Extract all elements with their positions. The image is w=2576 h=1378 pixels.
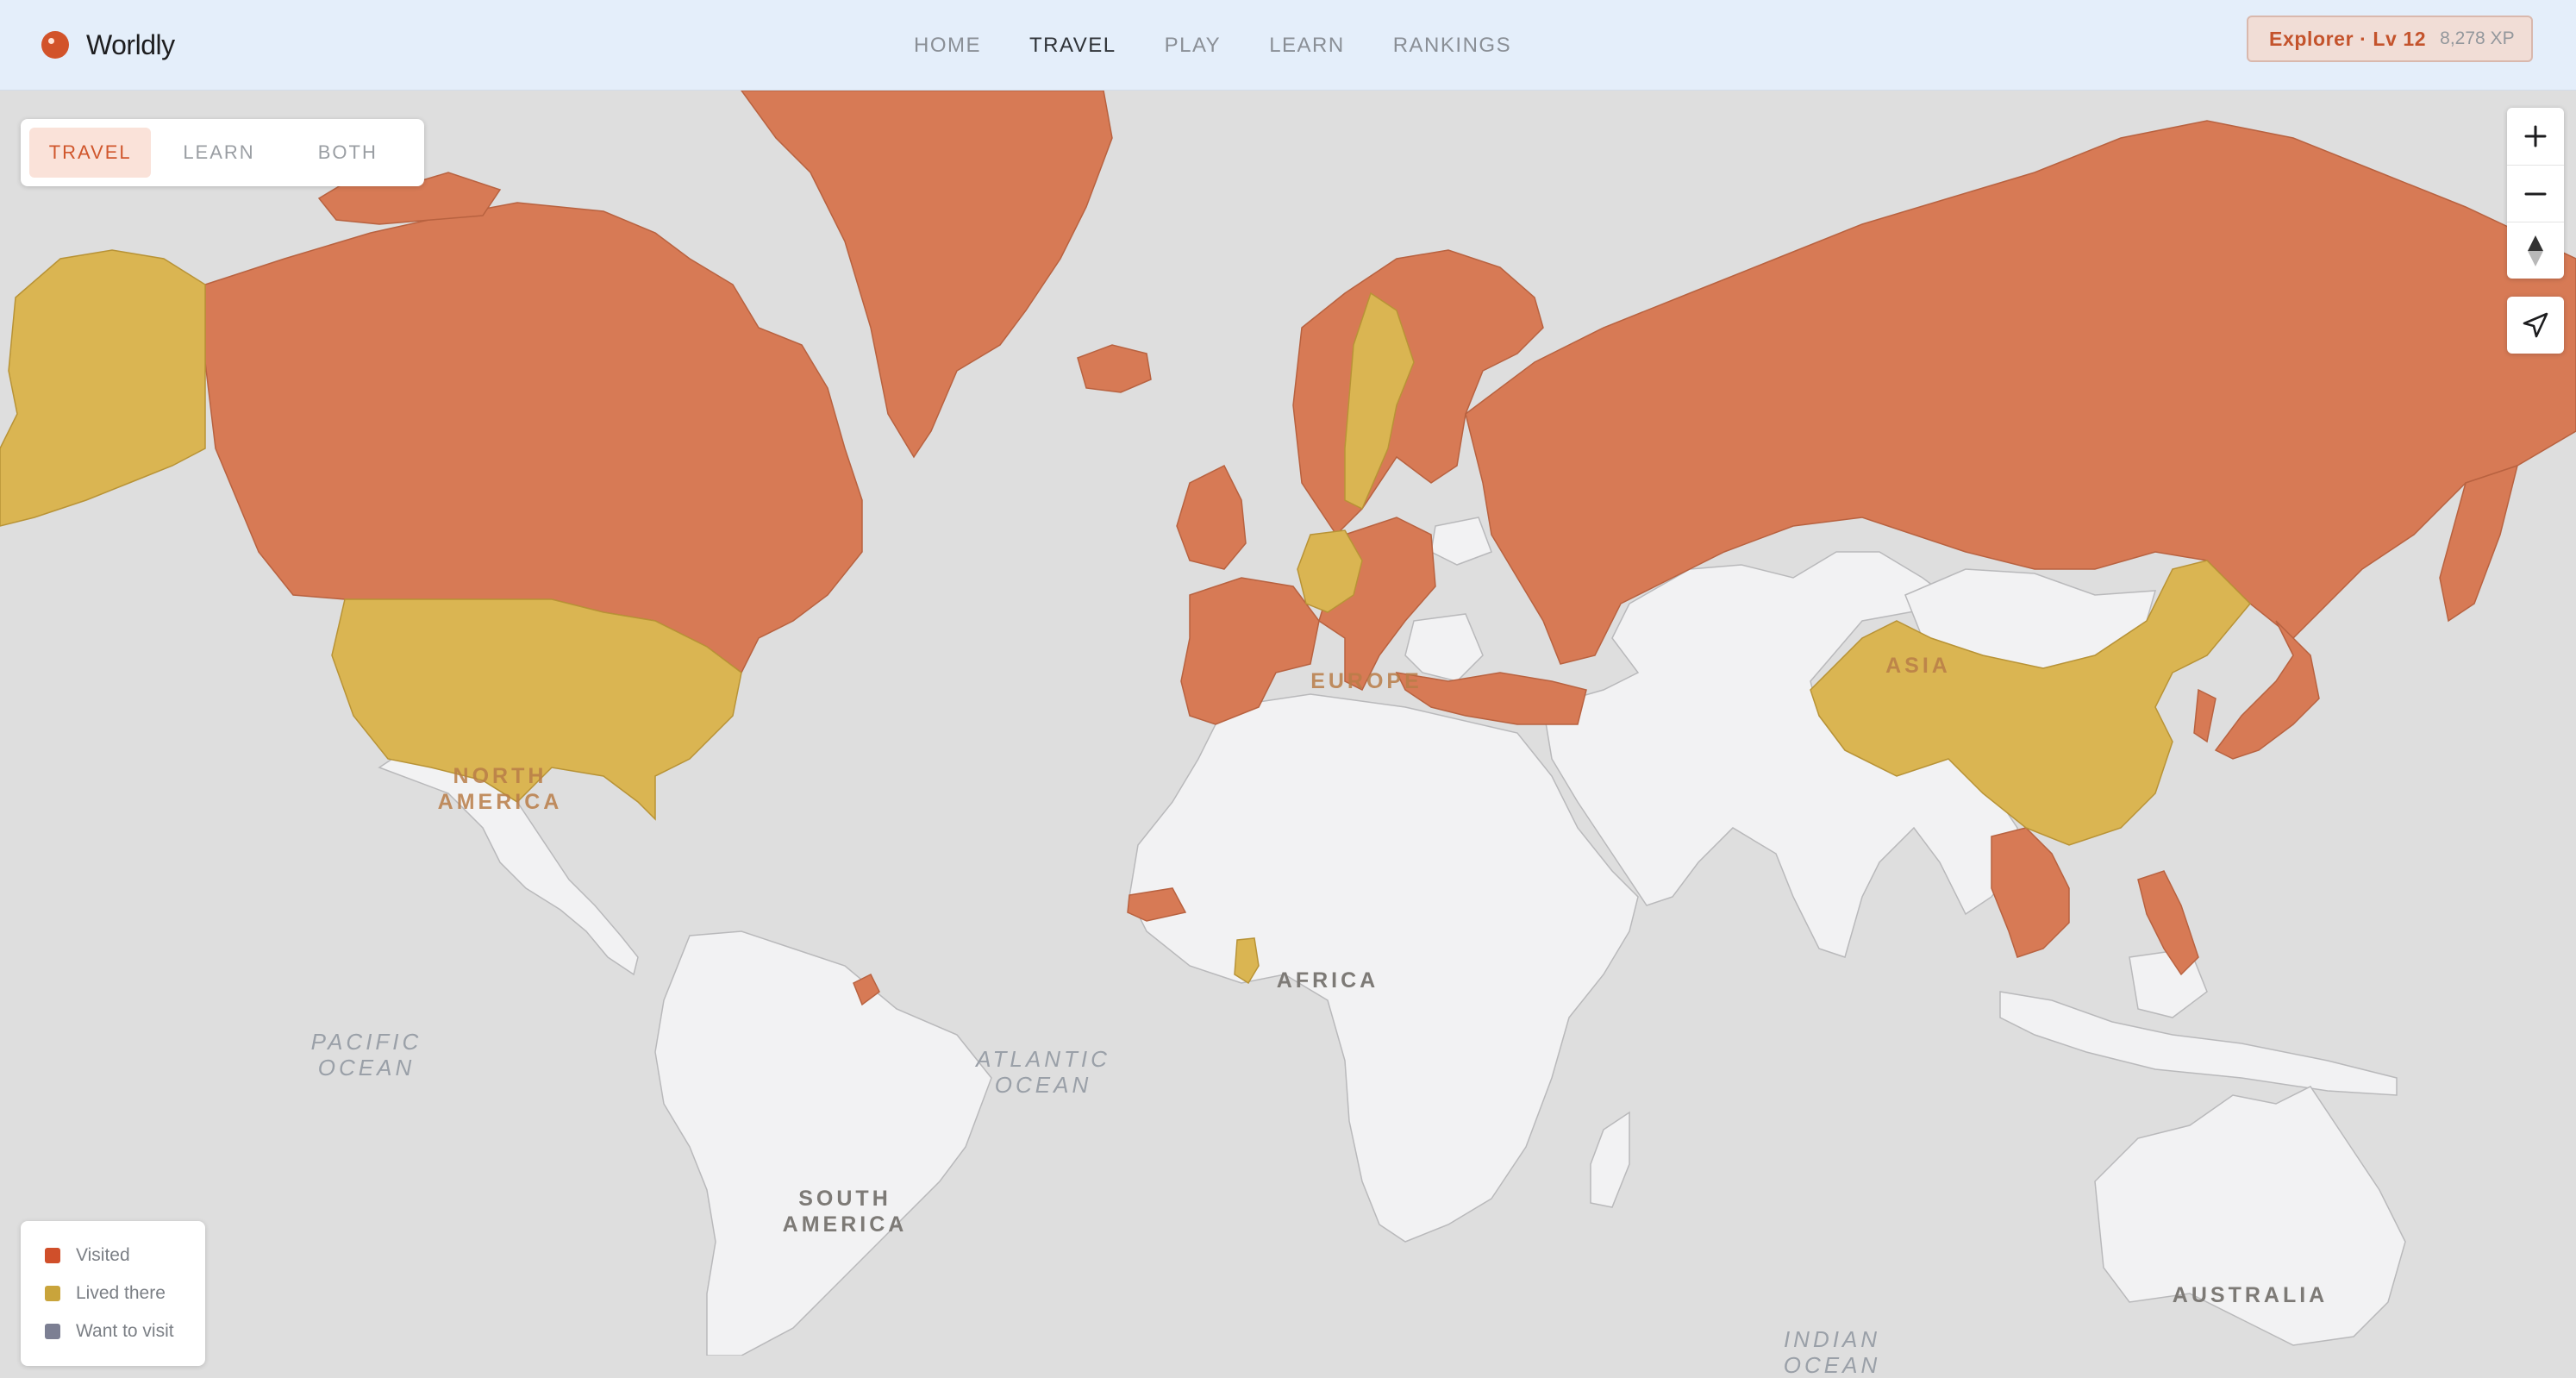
plus-icon xyxy=(2524,125,2547,147)
continent-south-america xyxy=(654,930,992,1356)
level-label: Explorer · Lv 12 xyxy=(2269,27,2427,50)
legend-item-visited: Visited xyxy=(45,1237,205,1275)
legend-swatch-visited xyxy=(45,1248,60,1263)
country-australia xyxy=(2094,1086,2406,1346)
legend-item-lived-there: Lived there xyxy=(45,1275,205,1312)
map-legend: Visited Lived there Want to visit xyxy=(21,1221,205,1366)
profile-xp-badge[interactable]: Explorer · Lv 12 8,278 XP xyxy=(2247,16,2533,62)
xp-label: 8,278 XP xyxy=(2440,28,2515,48)
mode-both-button[interactable]: BOTH xyxy=(287,128,409,178)
nav-rankings[interactable]: RANKINGS xyxy=(1393,34,1511,58)
legend-label: Visited xyxy=(76,1245,130,1265)
nav-play[interactable]: PLAY xyxy=(1165,34,1222,58)
legend-swatch-want-to-visit xyxy=(45,1324,60,1339)
locate-me-button[interactable] xyxy=(2507,297,2564,354)
map-canvas[interactable] xyxy=(0,91,2576,1356)
nav-travel[interactable]: TRAVEL xyxy=(1029,34,1116,58)
legend-swatch-lived-there xyxy=(45,1286,60,1301)
legend-label: Lived there xyxy=(76,1283,166,1303)
zoom-out-button[interactable] xyxy=(2507,165,2564,222)
zoom-in-button[interactable] xyxy=(2507,108,2564,165)
nav-home[interactable]: HOME xyxy=(914,34,981,58)
country-romania-balkans xyxy=(1404,613,1484,682)
island-madagascar xyxy=(1590,1111,1630,1208)
country-indochina xyxy=(1991,827,2070,958)
compass-icon xyxy=(2528,235,2543,266)
top-bar: Worldly HOME TRAVEL PLAY LEARN RANKINGS … xyxy=(0,0,2576,91)
world-map[interactable]: NORTH AMERICA SOUTH AMERICA EUROPE AFRIC… xyxy=(0,91,2576,1378)
minus-icon xyxy=(2524,192,2547,195)
country-belarus xyxy=(1430,517,1492,566)
country-uk-ireland xyxy=(1176,464,1247,570)
mode-toggle: TRAVEL LEARN BOTH xyxy=(21,119,424,186)
map-zoom-controls xyxy=(2507,108,2564,279)
main-nav: HOME TRAVEL PLAY LEARN RANKINGS xyxy=(914,0,1560,91)
country-iceland xyxy=(1077,344,1152,393)
region-indonesia xyxy=(1999,991,2398,1096)
compass-button[interactable] xyxy=(2507,222,2564,279)
logo-icon xyxy=(41,31,69,59)
nav-learn[interactable]: LEARN xyxy=(1269,34,1345,58)
location-arrow-icon xyxy=(2523,312,2548,338)
brand[interactable]: Worldly xyxy=(41,24,175,66)
app-name: Worldly xyxy=(86,28,175,60)
country-alaska xyxy=(0,249,206,527)
legend-item-want-to-visit: Want to visit xyxy=(45,1312,205,1350)
mode-travel-button[interactable]: TRAVEL xyxy=(29,128,152,178)
legend-label: Want to visit xyxy=(76,1321,174,1341)
mode-learn-button[interactable]: LEARN xyxy=(158,128,279,178)
